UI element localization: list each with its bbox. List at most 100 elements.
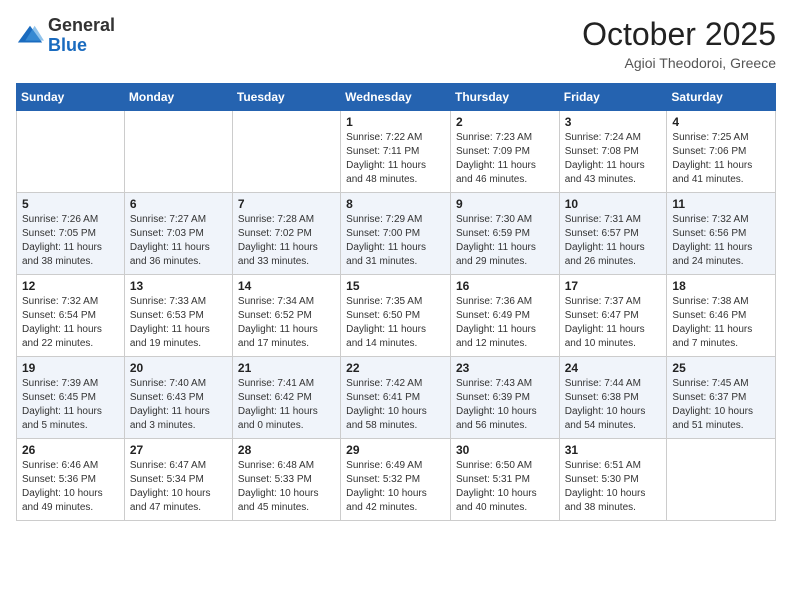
- day-info: Sunrise: 7:29 AM Sunset: 7:00 PM Dayligh…: [346, 213, 445, 269]
- calendar-table: SundayMondayTuesdayWednesdayThursdayFrid…: [16, 83, 776, 521]
- calendar-cell: 2 Sunrise: 7:23 AM Sunset: 7:09 PM Daylig…: [450, 111, 559, 193]
- day-info: Sunrise: 7:31 AM Sunset: 6:57 PM Dayligh…: [565, 213, 662, 269]
- day-number: 14: [238, 279, 335, 293]
- day-number: 11: [672, 197, 770, 211]
- calendar-cell: 31Sunrise: 6:51 AM Sunset: 5:30 PM Dayli…: [559, 439, 667, 521]
- day-info: Sunrise: 7:34 AM Sunset: 6:52 PM Dayligh…: [238, 295, 335, 351]
- day-info: Sunrise: 7:27 AM Sunset: 7:03 PM Dayligh…: [130, 213, 227, 269]
- day-number: 13: [130, 279, 227, 293]
- calendar-cell: 28 Sunrise: 6:48 AM Sunset: 5:33 PM Dayli…: [232, 439, 340, 521]
- calendar-cell: 22 Sunrise: 7:42 AM Sunset: 6:41 PM Dayli…: [341, 357, 451, 439]
- day-info: Sunrise: 7:36 AM Sunset: 6:49 PM Dayligh…: [456, 295, 554, 351]
- day-info: Sunrise: 6:47 AM Sunset: 5:34 PM Dayligh…: [130, 459, 227, 515]
- day-info: Sunrise: 7:25 AM Sunset: 7:06 PM Dayligh…: [672, 131, 770, 187]
- day-number: 20: [130, 361, 227, 375]
- day-number: 8: [346, 197, 445, 211]
- day-info: Sunrise: 7:37 AM Sunset: 6:47 PM Dayligh…: [565, 295, 662, 351]
- day-info: Sunrise: 7:33 AM Sunset: 6:53 PM Dayligh…: [130, 295, 227, 351]
- title-block: October 2025 Agioi Theodoroi, Greece: [582, 16, 776, 71]
- calendar-cell: 20Sunrise: 7:40 AM Sunset: 6:43 PM Dayli…: [124, 357, 232, 439]
- calendar-cell: 21Sunrise: 7:41 AM Sunset: 6:42 PM Dayli…: [232, 357, 340, 439]
- day-info: Sunrise: 7:28 AM Sunset: 7:02 PM Dayligh…: [238, 213, 335, 269]
- page-header: General Blue October 2025 Agioi Theodoro…: [16, 16, 776, 71]
- day-info: Sunrise: 6:49 AM Sunset: 5:32 PM Dayligh…: [346, 459, 445, 515]
- day-info: Sunrise: 7:23 AM Sunset: 7:09 PM Dayligh…: [456, 131, 554, 187]
- calendar-cell: 4 Sunrise: 7:25 AM Sunset: 7:06 PM Daylig…: [667, 111, 776, 193]
- calendar-cell: 29 Sunrise: 6:49 AM Sunset: 5:32 PM Dayli…: [341, 439, 451, 521]
- day-number: 7: [238, 197, 335, 211]
- day-number: 10: [565, 197, 662, 211]
- day-info: Sunrise: 7:32 AM Sunset: 6:54 PM Dayligh…: [22, 295, 119, 351]
- day-info: Sunrise: 6:46 AM Sunset: 5:36 PM Dayligh…: [22, 459, 119, 515]
- calendar-cell: 30 Sunrise: 6:50 AM Sunset: 5:31 PM Dayli…: [450, 439, 559, 521]
- day-info: Sunrise: 6:50 AM Sunset: 5:31 PM Dayligh…: [456, 459, 554, 515]
- calendar-cell: 25 Sunrise: 7:45 AM Sunset: 6:37 PM Dayli…: [667, 357, 776, 439]
- day-number: 4: [672, 115, 770, 129]
- calendar-cell: 12Sunrise: 7:32 AM Sunset: 6:54 PM Dayli…: [17, 275, 125, 357]
- calendar-cell: 26 Sunrise: 6:46 AM Sunset: 5:36 PM Dayli…: [17, 439, 125, 521]
- calendar-cell: 27 Sunrise: 6:47 AM Sunset: 5:34 PM Dayli…: [124, 439, 232, 521]
- day-number: 26: [22, 443, 119, 457]
- day-number: 30: [456, 443, 554, 457]
- day-number: 27: [130, 443, 227, 457]
- calendar-cell: 17 Sunrise: 7:37 AM Sunset: 6:47 PM Dayli…: [559, 275, 667, 357]
- calendar-cell: 6Sunrise: 7:27 AM Sunset: 7:03 PM Daylig…: [124, 193, 232, 275]
- day-info: Sunrise: 7:24 AM Sunset: 7:08 PM Dayligh…: [565, 131, 662, 187]
- day-info: Sunrise: 6:51 AM Sunset: 5:30 PM Dayligh…: [565, 459, 662, 515]
- weekday-header-tuesday: Tuesday: [232, 84, 340, 111]
- logo: General Blue: [16, 16, 115, 56]
- calendar-cell: 7 Sunrise: 7:28 AM Sunset: 7:02 PM Daylig…: [232, 193, 340, 275]
- day-number: 16: [456, 279, 554, 293]
- calendar-cell: 18 Sunrise: 7:38 AM Sunset: 6:46 PM Dayli…: [667, 275, 776, 357]
- weekday-header-wednesday: Wednesday: [341, 84, 451, 111]
- day-number: 29: [346, 443, 445, 457]
- weekday-header-thursday: Thursday: [450, 84, 559, 111]
- week-row-5: 26 Sunrise: 6:46 AM Sunset: 5:36 PM Dayli…: [17, 439, 776, 521]
- day-info: Sunrise: 7:32 AM Sunset: 6:56 PM Dayligh…: [672, 213, 770, 269]
- calendar-cell: 19Sunrise: 7:39 AM Sunset: 6:45 PM Dayli…: [17, 357, 125, 439]
- day-number: 18: [672, 279, 770, 293]
- day-info: Sunrise: 7:45 AM Sunset: 6:37 PM Dayligh…: [672, 377, 770, 433]
- logo-icon: [16, 22, 44, 50]
- calendar-cell: 8 Sunrise: 7:29 AM Sunset: 7:00 PM Daylig…: [341, 193, 451, 275]
- calendar-cell: [667, 439, 776, 521]
- weekday-header-friday: Friday: [559, 84, 667, 111]
- calendar-cell: 9Sunrise: 7:30 AM Sunset: 6:59 PM Daylig…: [450, 193, 559, 275]
- day-info: Sunrise: 7:35 AM Sunset: 6:50 PM Dayligh…: [346, 295, 445, 351]
- calendar-cell: 11 Sunrise: 7:32 AM Sunset: 6:56 PM Dayli…: [667, 193, 776, 275]
- calendar-cell: 1Sunrise: 7:22 AM Sunset: 7:11 PM Daylig…: [341, 111, 451, 193]
- day-number: 5: [22, 197, 119, 211]
- day-number: 3: [565, 115, 662, 129]
- weekday-header-sunday: Sunday: [17, 84, 125, 111]
- calendar-cell: 24Sunrise: 7:44 AM Sunset: 6:38 PM Dayli…: [559, 357, 667, 439]
- calendar-cell: [232, 111, 340, 193]
- weekday-header-row: SundayMondayTuesdayWednesdayThursdayFrid…: [17, 84, 776, 111]
- day-number: 17: [565, 279, 662, 293]
- day-info: Sunrise: 7:43 AM Sunset: 6:39 PM Dayligh…: [456, 377, 554, 433]
- day-info: Sunrise: 7:22 AM Sunset: 7:11 PM Dayligh…: [346, 131, 445, 187]
- calendar-cell: 14 Sunrise: 7:34 AM Sunset: 6:52 PM Dayli…: [232, 275, 340, 357]
- calendar-cell: 10 Sunrise: 7:31 AM Sunset: 6:57 PM Dayli…: [559, 193, 667, 275]
- day-info: Sunrise: 7:26 AM Sunset: 7:05 PM Dayligh…: [22, 213, 119, 269]
- logo-blue-text: Blue: [48, 35, 87, 55]
- calendar-cell: [17, 111, 125, 193]
- calendar-cell: 15Sunrise: 7:35 AM Sunset: 6:50 PM Dayli…: [341, 275, 451, 357]
- location-subtitle: Agioi Theodoroi, Greece: [582, 55, 776, 71]
- calendar-cell: 5 Sunrise: 7:26 AM Sunset: 7:05 PM Daylig…: [17, 193, 125, 275]
- week-row-2: 5 Sunrise: 7:26 AM Sunset: 7:05 PM Daylig…: [17, 193, 776, 275]
- week-row-1: 1Sunrise: 7:22 AM Sunset: 7:11 PM Daylig…: [17, 111, 776, 193]
- day-info: Sunrise: 7:30 AM Sunset: 6:59 PM Dayligh…: [456, 213, 554, 269]
- day-number: 28: [238, 443, 335, 457]
- day-number: 22: [346, 361, 445, 375]
- day-number: 21: [238, 361, 335, 375]
- calendar-cell: 16 Sunrise: 7:36 AM Sunset: 6:49 PM Dayli…: [450, 275, 559, 357]
- day-info: Sunrise: 7:42 AM Sunset: 6:41 PM Dayligh…: [346, 377, 445, 433]
- day-number: 25: [672, 361, 770, 375]
- day-number: 2: [456, 115, 554, 129]
- day-info: Sunrise: 6:48 AM Sunset: 5:33 PM Dayligh…: [238, 459, 335, 515]
- calendar-cell: 3 Sunrise: 7:24 AM Sunset: 7:08 PM Daylig…: [559, 111, 667, 193]
- weekday-header-saturday: Saturday: [667, 84, 776, 111]
- month-title: October 2025: [582, 16, 776, 53]
- day-number: 24: [565, 361, 662, 375]
- day-info: Sunrise: 7:38 AM Sunset: 6:46 PM Dayligh…: [672, 295, 770, 351]
